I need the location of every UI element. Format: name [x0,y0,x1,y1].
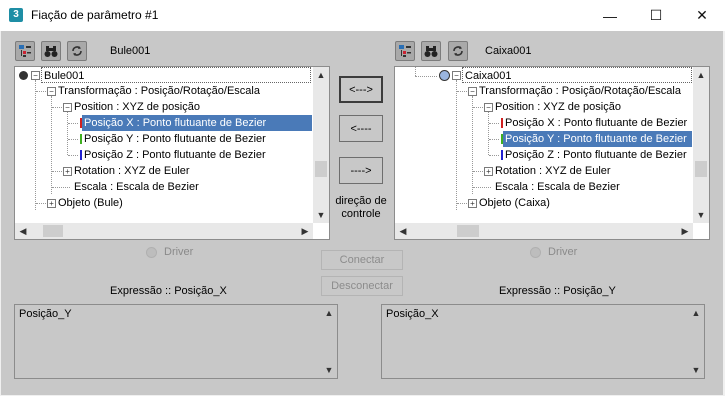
scroll-up-icon[interactable]: ▲ [688,305,704,321]
tree-item-rotation[interactable]: Rotation : XYZ de Euler [493,163,611,179]
tree-item-transform[interactable]: Transformação : Posição/Rotação/Escala [56,83,260,99]
scroll-down-icon[interactable]: ▼ [688,362,704,378]
scroll-down-icon[interactable]: ▼ [321,362,337,378]
app-icon: 3 [9,8,23,22]
right-expression-scrollbar[interactable]: ▲ ▼ [688,305,704,378]
left-parameter-tree[interactable]: − Bule001 − Transformação : Posição/Rota… [14,66,330,240]
right-driver-radio[interactable]: Driver [530,246,577,258]
left-refresh-button[interactable] [67,41,87,61]
collapse-icon[interactable]: − [468,87,477,96]
collapse-icon[interactable]: − [31,71,40,80]
scroll-thumb[interactable] [315,161,327,177]
tree-item-object[interactable]: Objeto (Bule) [56,195,123,211]
collapse-icon[interactable]: − [47,87,56,96]
minimize-icon: — [603,7,617,24]
tree-item-position[interactable]: Position : XYZ de posição [72,99,200,115]
tree-item-root[interactable]: Caixa001 [462,67,692,83]
collapse-icon[interactable]: − [452,71,461,80]
right-find-button[interactable] [421,41,441,61]
tree-item-position[interactable]: Position : XYZ de posição [493,99,621,115]
tree-item-position-x[interactable]: Posição X : Ponto flutuante de Bezier [82,115,312,131]
right-parameter-tree[interactable]: − Caixa001 − Transformação : Posição/Rot… [394,66,710,240]
left-driver-radio[interactable]: Driver [146,246,193,258]
binoculars-icon [44,46,58,57]
left-horizontal-scrollbar[interactable]: ◀ ▶ [15,223,313,239]
scroll-up-icon[interactable]: ▲ [313,67,329,83]
tree-list-icon [19,45,31,57]
scroll-down-icon[interactable]: ▼ [693,207,709,223]
left-vertical-scrollbar[interactable]: ▲ ▼ [313,67,329,223]
expand-icon[interactable]: + [63,167,72,176]
connect-button[interactable]: Conectar [321,250,403,270]
right-expression-text: Posição_X [386,308,439,320]
scroll-right-icon[interactable]: ▶ [677,223,693,239]
left-expression-label: Expressão :: Posição_X [110,285,227,297]
close-button[interactable]: ✕ [679,0,725,31]
left-pick-object-button[interactable] [15,41,35,61]
refresh-icon [453,46,463,56]
wired-state-icon [439,70,450,81]
title-bar: 3 Fiação de parâmetro #1 — ☐ ✕ [0,0,725,31]
scroll-left-icon[interactable]: ◀ [395,223,411,239]
radio-icon [530,246,541,258]
left-expression-scrollbar[interactable]: ▲ ▼ [321,305,337,378]
maximize-icon: ☐ [649,7,663,23]
tree-item-transform[interactable]: Transformação : Posição/Rotação/Escala [477,83,681,99]
scroll-thumb[interactable] [43,225,63,237]
right-refresh-button[interactable] [448,41,468,61]
refresh-icon [72,46,82,56]
disconnect-button[interactable]: Desconectar [321,276,403,296]
tree-item-root[interactable]: Bule001 [41,67,311,83]
left-expression-text: Posição_Y [19,308,72,320]
maximize-button[interactable]: ☐ [633,0,679,31]
left-find-button[interactable] [41,41,61,61]
scroll-thumb[interactable] [695,161,707,177]
right-object-name: Caixa001 [485,45,532,57]
tree-item-position-z[interactable]: Posição Z : Ponto flutuante de Bezier [503,147,687,163]
right-vertical-scrollbar[interactable]: ▲ ▼ [693,67,709,223]
tree-item-position-z[interactable]: Posição Z : Ponto flutuante de Bezier [82,147,266,163]
two-way-direction-button[interactable]: <---> [339,76,383,103]
scroll-thumb[interactable] [457,225,479,237]
scroll-up-icon[interactable]: ▲ [321,305,337,321]
scroll-up-icon[interactable]: ▲ [693,67,709,83]
binoculars-icon [424,46,438,57]
tree-list-icon [399,45,411,57]
left-object-name: Bule001 [110,45,151,57]
expand-icon[interactable]: + [47,199,56,208]
expand-icon[interactable]: + [468,199,477,208]
tree-item-scale[interactable]: Escala : Escala de Bezier [493,179,620,195]
collapse-icon[interactable]: − [63,103,72,112]
right-direction-button[interactable]: ----> [339,157,383,184]
tree-item-object[interactable]: Objeto (Caixa) [477,195,550,211]
direction-label: direção de controle [335,195,387,220]
window-title: Fiação de parâmetro #1 [31,8,159,22]
right-expression-field[interactable]: Posição_X ▲ ▼ [381,304,705,379]
collapse-icon[interactable]: − [484,103,493,112]
tree-item-rotation[interactable]: Rotation : XYZ de Euler [72,163,190,179]
close-icon: ✕ [696,7,708,23]
right-pick-object-button[interactable] [395,41,415,61]
left-expression-field[interactable]: Posição_Y ▲ ▼ [14,304,338,379]
scroll-down-icon[interactable]: ▼ [313,207,329,223]
tree-item-position-y[interactable]: Posição Y : Ponto flutuante de Bezier [503,131,692,147]
radio-icon [146,246,157,258]
scroll-right-icon[interactable]: ▶ [297,223,313,239]
scroll-left-icon[interactable]: ◀ [15,223,31,239]
tree-item-scale[interactable]: Escala : Escala de Bezier [72,179,199,195]
tree-item-position-y[interactable]: Posição Y : Ponto flutuante de Bezier [82,131,266,147]
tree-item-position-x[interactable]: Posição X : Ponto flutuante de Bezier [503,115,687,131]
right-expression-label: Expressão :: Posição_Y [499,285,616,297]
left-direction-button[interactable]: <---- [339,115,383,142]
minimize-button[interactable]: — [587,0,633,31]
expand-icon[interactable]: + [484,167,493,176]
right-horizontal-scrollbar[interactable]: ◀ ▶ [395,223,693,239]
wired-state-icon [19,71,28,80]
